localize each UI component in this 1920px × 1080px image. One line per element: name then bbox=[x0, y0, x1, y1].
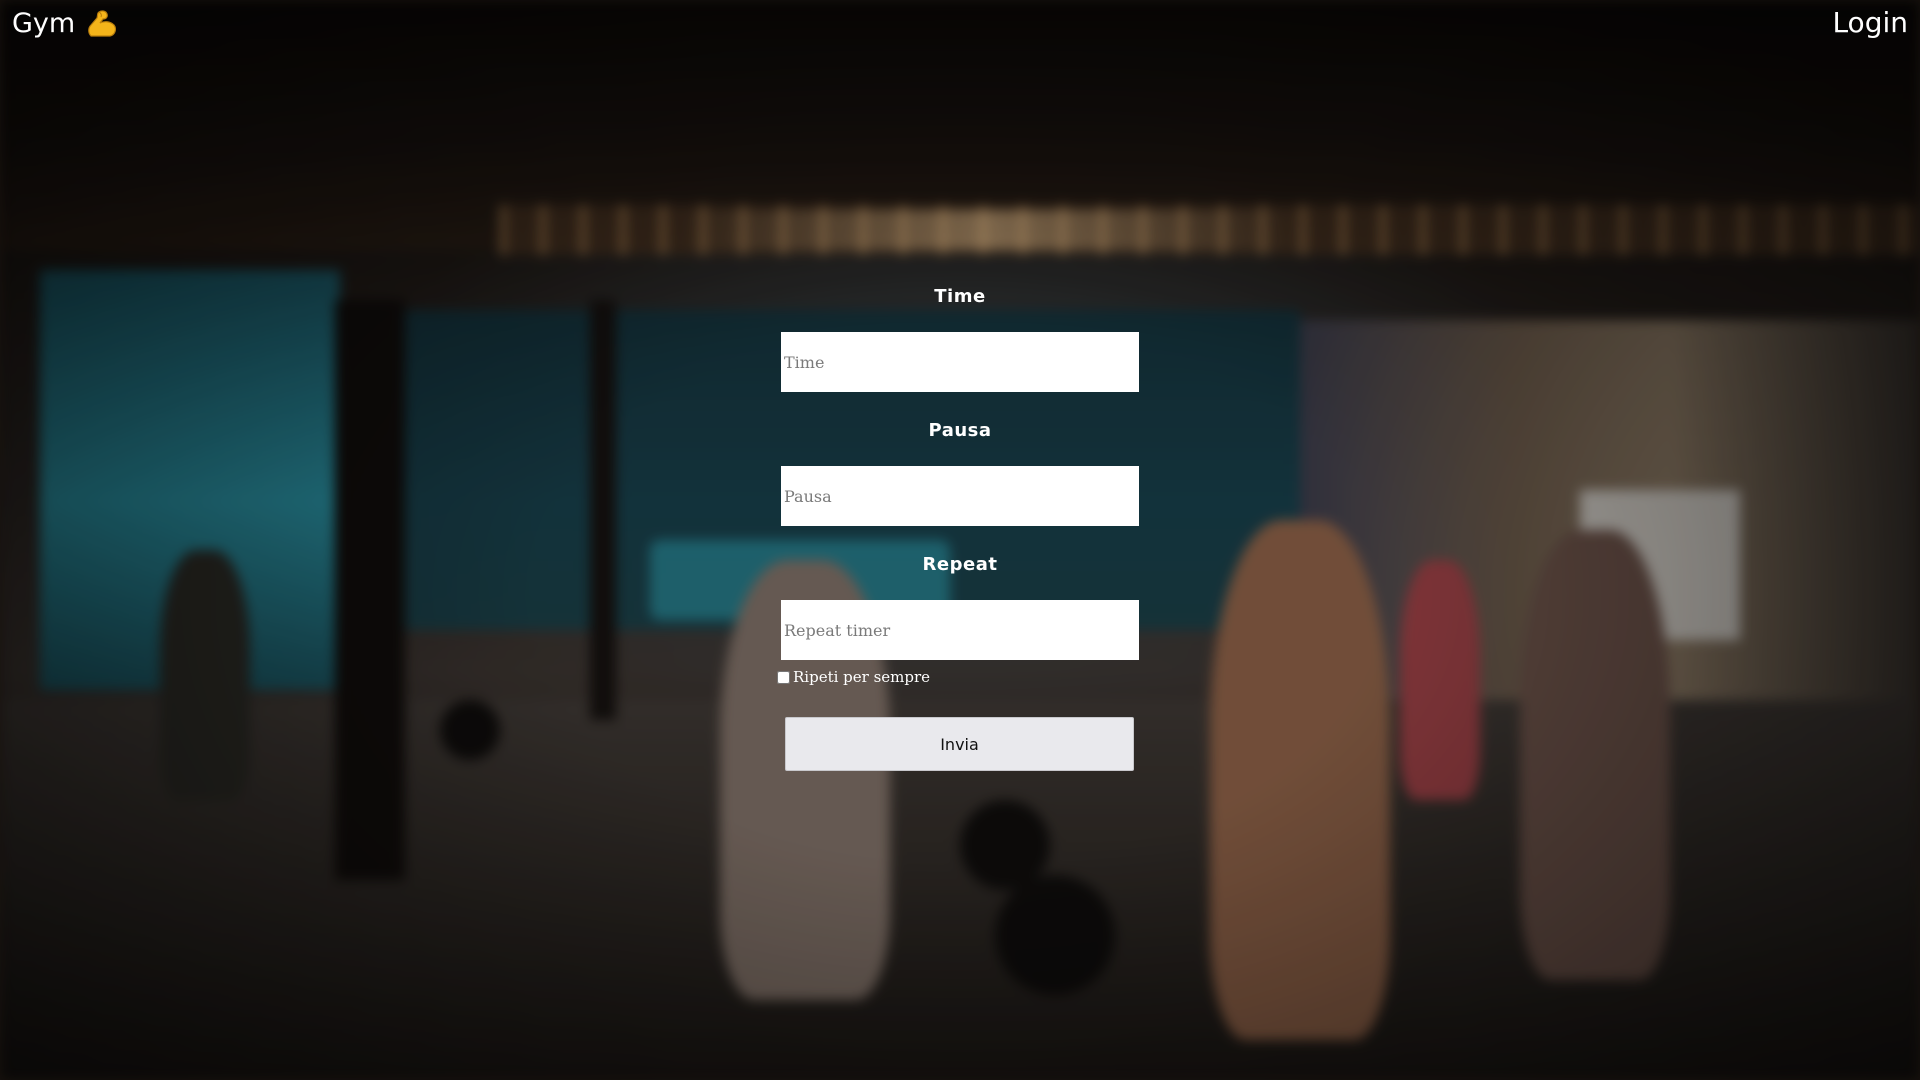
pause-label: Pausa bbox=[928, 420, 992, 441]
flexed-biceps-icon bbox=[85, 9, 119, 39]
brand-title: Gym bbox=[12, 8, 76, 39]
background-overlay bbox=[0, 0, 1920, 1080]
repeat-forever-label: Ripeti per sempre bbox=[793, 668, 931, 686]
top-bar: Gym Login bbox=[0, 0, 1920, 50]
brand[interactable]: Gym bbox=[12, 8, 119, 39]
pause-input[interactable] bbox=[781, 466, 1139, 526]
repeat-label: Repeat bbox=[922, 554, 998, 575]
repeat-forever-checkbox[interactable] bbox=[777, 670, 790, 684]
repeat-forever-option[interactable]: Ripeti per sempre bbox=[777, 668, 930, 686]
login-link[interactable]: Login bbox=[1832, 6, 1908, 39]
time-label: Time bbox=[934, 286, 986, 307]
repeat-timer-input[interactable] bbox=[781, 600, 1139, 660]
time-input[interactable] bbox=[781, 332, 1139, 392]
submit-button[interactable]: Invia bbox=[785, 717, 1134, 771]
